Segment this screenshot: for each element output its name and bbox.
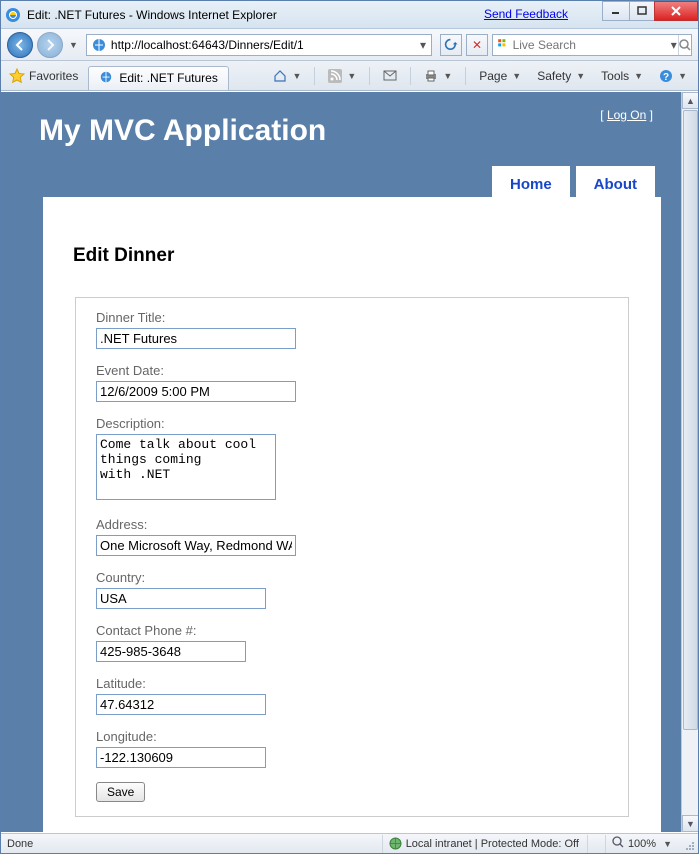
chevron-down-icon: ▼	[576, 71, 585, 81]
description-label: Description:	[96, 416, 608, 431]
refresh-button[interactable]	[440, 34, 462, 56]
resize-grip[interactable]	[680, 836, 696, 852]
logon-area: [ Log On ]	[600, 108, 653, 122]
app-title: My MVC Application	[21, 92, 661, 166]
history-dropdown-icon[interactable]: ▼	[69, 40, 78, 50]
latitude-input[interactable]	[96, 694, 266, 715]
tab-favicon-icon	[99, 70, 113, 87]
address-input[interactable]	[96, 535, 296, 556]
home-button[interactable]: ▼	[266, 65, 308, 87]
date-label: Event Date:	[96, 363, 608, 378]
search-input[interactable]	[511, 37, 670, 53]
statusbar: Done Local intranet | Protected Mode: Of…	[1, 833, 698, 853]
url-input[interactable]	[111, 38, 415, 52]
zoom-control[interactable]: 100% ▼	[605, 835, 678, 853]
safety-menu[interactable]: Safety ▼	[530, 65, 592, 87]
bracket: [	[600, 108, 607, 122]
status-zone[interactable]: Local intranet | Protected Mode: Off	[382, 835, 585, 853]
browser-tab[interactable]: Edit: .NET Futures	[88, 66, 228, 90]
separator	[410, 67, 411, 85]
scroll-up-button[interactable]: ▲	[682, 92, 698, 109]
title-input[interactable]	[96, 328, 296, 349]
mail-button[interactable]	[376, 66, 404, 86]
search-box[interactable]: ▾	[492, 34, 692, 56]
zone-label: Local intranet | Protected Mode: Off	[406, 838, 579, 850]
page-favicon-icon	[91, 37, 107, 53]
tools-menu[interactable]: Tools ▼	[594, 65, 650, 87]
chevron-down-icon: ▼	[512, 71, 521, 81]
send-feedback-link[interactable]: Send Feedback	[484, 7, 568, 21]
help-button[interactable]: ? ▼	[652, 65, 694, 87]
chevron-down-icon: ▼	[292, 71, 301, 81]
search-provider-icon	[497, 37, 507, 53]
chevron-down-icon: ▼	[443, 71, 452, 81]
scrollbar[interactable]: ▲ ▼	[681, 92, 698, 832]
phone-input[interactable]	[96, 641, 246, 662]
address-bar[interactable]: ▾	[86, 34, 432, 56]
scroll-thumb[interactable]	[683, 110, 698, 730]
command-bar: Favorites Edit: .NET Futures ▼ ▼ ▼ Page …	[1, 61, 698, 91]
feeds-button[interactable]: ▼	[321, 65, 363, 87]
address-label: Address:	[96, 517, 608, 532]
logon-link[interactable]: Log On	[607, 108, 646, 122]
maximize-button[interactable]	[629, 1, 655, 21]
window-title: Edit: .NET Futures - Windows Internet Ex…	[27, 8, 277, 22]
dinner-form: Dinner Title: Event Date: Description: C…	[75, 297, 629, 817]
chevron-down-icon: ▼	[678, 71, 687, 81]
scroll-down-button[interactable]: ▼	[682, 815, 698, 832]
status-text: Done	[3, 838, 33, 850]
content-panel: Edit Dinner Dinner Title: Event Date: De…	[43, 197, 661, 832]
zoom-icon	[612, 836, 624, 851]
tab-title: Edit: .NET Futures	[119, 71, 217, 85]
ie-logo-icon	[5, 7, 21, 23]
country-input[interactable]	[96, 588, 266, 609]
zoom-value: 100%	[628, 838, 656, 850]
page-menu[interactable]: Page ▼	[472, 65, 528, 87]
latitude-label: Latitude:	[96, 676, 608, 691]
window-controls	[603, 1, 698, 21]
chevron-down-icon: ▼	[634, 71, 643, 81]
favorites-label[interactable]: Favorites	[29, 69, 78, 83]
search-dropdown-icon[interactable]: ▾	[670, 38, 678, 52]
tools-menu-label: Tools	[601, 69, 629, 83]
svg-text:?: ?	[663, 72, 669, 83]
page-menu-label: Page	[479, 69, 507, 83]
favorites-star-icon[interactable]	[9, 68, 25, 84]
longitude-label: Longitude:	[96, 729, 608, 744]
longitude-input[interactable]	[96, 747, 266, 768]
page-heading: Edit Dinner	[73, 245, 631, 267]
separator	[314, 67, 315, 85]
country-label: Country:	[96, 570, 608, 585]
zone-icon	[389, 837, 402, 850]
minimize-button[interactable]	[602, 1, 630, 21]
save-button[interactable]: Save	[96, 782, 145, 802]
titlebar: Edit: .NET Futures - Windows Internet Ex…	[1, 1, 698, 29]
search-go-button[interactable]	[678, 35, 691, 55]
chevron-down-icon: ▼	[347, 71, 356, 81]
page-content: [ Log On ] My MVC Application Home About…	[21, 92, 661, 832]
navbar: ▼ ▾ ✕ ▾	[1, 29, 698, 61]
viewport: [ Log On ] My MVC Application Home About…	[1, 92, 698, 832]
stop-button[interactable]: ✕	[466, 34, 488, 56]
phone-label: Contact Phone #:	[96, 623, 608, 638]
url-dropdown-icon[interactable]: ▾	[415, 38, 431, 52]
chevron-down-icon: ▼	[663, 839, 672, 849]
status-sep	[587, 835, 603, 853]
close-button[interactable]	[654, 1, 698, 21]
date-input[interactable]	[96, 381, 296, 402]
description-textarea[interactable]: Come talk about cool things coming with …	[96, 434, 276, 500]
separator	[369, 67, 370, 85]
title-label: Dinner Title:	[96, 310, 608, 325]
safety-menu-label: Safety	[537, 69, 571, 83]
back-button[interactable]	[7, 32, 33, 58]
separator	[465, 67, 466, 85]
bracket: ]	[646, 108, 653, 122]
forward-button[interactable]	[37, 32, 63, 58]
print-button[interactable]: ▼	[417, 65, 459, 87]
